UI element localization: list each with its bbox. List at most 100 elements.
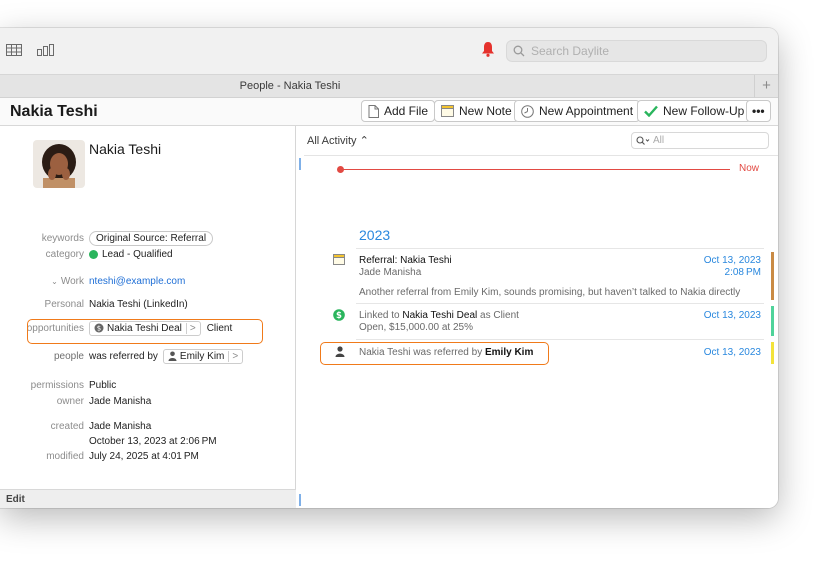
- created-date: October 13, 2023 at 2:06 PM: [89, 435, 217, 447]
- activity-search-input[interactable]: All: [631, 132, 769, 149]
- people-relation: was referred by: [89, 350, 158, 362]
- add-tab-button[interactable]: +: [754, 75, 778, 98]
- activity-date: Oct 13, 2023: [703, 347, 761, 358]
- owner-row: owner Jade Manisha: [0, 393, 296, 409]
- modified-label: modified: [46, 450, 84, 462]
- activity-title-deal[interactable]: Nakia Teshi Deal: [402, 310, 477, 321]
- search-input[interactable]: Search Daylite: [506, 40, 767, 62]
- new-note-label: New Note: [459, 104, 512, 118]
- clock-icon: [521, 104, 534, 118]
- category-row: category Lead - Qualified: [0, 246, 296, 262]
- activity-title: Linked to Nakia Teshi Deal as Client: [359, 310, 519, 321]
- dollar-icon: $: [333, 309, 345, 324]
- modified-row: modified July 24, 2025 at 4:01 PM: [0, 448, 296, 464]
- svg-text:$: $: [336, 311, 342, 321]
- activity-date: Oct 13, 2023: [703, 255, 761, 266]
- created-row: created Jade Manisha: [0, 418, 296, 434]
- activity-filter-select[interactable]: All Activity ⌃: [307, 134, 369, 147]
- referrer-name: Emily Kim: [179, 350, 225, 362]
- chevron-right-icon: >: [228, 350, 238, 362]
- work-label-text: Work: [60, 275, 84, 287]
- chart-view-icon[interactable]: [37, 44, 55, 59]
- created-label: created: [50, 420, 84, 432]
- activity-time: 2:08 PM: [724, 267, 761, 278]
- search-icon: [636, 135, 650, 145]
- permissions-label: permissions: [30, 379, 84, 391]
- grid-view-icon[interactable]: [6, 44, 22, 59]
- personal-label: Personal: [44, 298, 84, 310]
- avatar: [33, 140, 85, 188]
- chevron-down-icon[interactable]: ⌄: [51, 277, 58, 286]
- personal-value[interactable]: Nakia Teshi (LinkedIn): [89, 299, 188, 310]
- person-icon: [168, 351, 177, 361]
- notification-bell-icon[interactable]: [481, 41, 495, 57]
- divider: [356, 248, 764, 249]
- checkmark-icon: [644, 105, 658, 117]
- work-email-row: ⌄ Work nteshi@example.com: [0, 273, 296, 289]
- contact-name: Nakia Teshi: [89, 141, 162, 157]
- keywords-row: keywords Original Source: Referral: [0, 230, 296, 246]
- new-follow-up-button[interactable]: New Follow-Up: [637, 100, 752, 122]
- referrer-chip[interactable]: Emily Kim >: [162, 348, 244, 364]
- activity-color-bar: [771, 342, 774, 364]
- tab-bar: People - Nakia Teshi +: [0, 74, 778, 98]
- people-row: people was referred by Emily Kim >: [0, 348, 296, 364]
- activity-title-pre: Linked to: [359, 310, 403, 321]
- activity-search-placeholder: All: [653, 135, 665, 146]
- divider-marker: [299, 158, 301, 170]
- activity-note: Another referral from Emily Kim, sounds …: [359, 287, 741, 298]
- search-placeholder: Search Daylite: [531, 44, 610, 58]
- work-email-link[interactable]: nteshi@example.com: [89, 276, 185, 287]
- activity-date: Oct 13, 2023: [703, 310, 761, 321]
- personal-row: Personal Nakia Teshi (LinkedIn): [0, 296, 296, 312]
- keywords-label: keywords: [41, 232, 84, 244]
- divider: [356, 339, 764, 340]
- activity-color-bar: [771, 252, 774, 300]
- new-follow-up-label: New Follow-Up: [663, 104, 745, 118]
- more-button[interactable]: •••: [746, 100, 771, 122]
- owner-label: owner: [56, 395, 84, 407]
- year-heading: 2023: [359, 227, 391, 243]
- note-icon: [441, 105, 454, 117]
- keyword-pill[interactable]: Original Source: Referral: [89, 230, 214, 246]
- activity-color-bar: [771, 306, 774, 336]
- divider: [356, 303, 764, 304]
- activity-subtitle: Jade Manisha: [359, 267, 422, 278]
- people-highlight: [27, 319, 263, 344]
- activity-pane: All Activity ⌃ All Now 2023 Referral: Na…: [304, 126, 778, 508]
- category-status-dot: [89, 249, 98, 259]
- new-note-button[interactable]: New Note: [434, 100, 519, 122]
- activity-title-post: as Client: [477, 310, 519, 321]
- permissions-row: permissions Public: [0, 377, 296, 393]
- pane-divider[interactable]: [296, 126, 304, 508]
- add-file-label: Add File: [384, 104, 429, 118]
- category-value[interactable]: Lead - Qualified: [102, 249, 173, 260]
- toolbar: Search Daylite: [0, 28, 778, 74]
- record-header: Nakia Teshi Add File New Note New Appoin…: [0, 98, 778, 126]
- modified-date: July 24, 2025 at 4:01 PM: [89, 450, 199, 462]
- new-appointment-button[interactable]: New Appointment: [514, 100, 641, 122]
- category-label: category: [45, 248, 84, 260]
- referral-highlight: [320, 342, 549, 365]
- created-by: Jade Manisha: [89, 420, 152, 432]
- now-marker-line: [340, 169, 730, 170]
- activity-subtitle: Open, $15,000.00 at 25%: [359, 322, 473, 333]
- now-label: Now: [739, 163, 760, 174]
- activity-filter-bar: All Activity ⌃ All: [304, 126, 778, 156]
- edit-button[interactable]: Edit: [6, 494, 25, 505]
- permissions-value[interactable]: Public: [89, 380, 116, 391]
- app-window: Search Daylite People - Nakia Teshi + Na…: [0, 28, 778, 508]
- page-title: Nakia Teshi: [10, 103, 98, 120]
- note-icon: [333, 254, 345, 268]
- add-file-button[interactable]: Add File: [361, 100, 436, 122]
- new-appointment-label: New Appointment: [539, 104, 634, 118]
- divider-marker: [299, 494, 301, 506]
- activity-title: Referral: Nakia Teshi: [359, 255, 452, 266]
- tab-people-nakia[interactable]: People - Nakia Teshi: [0, 80, 580, 92]
- contact-details-pane: Nakia Teshi keywords Original Source: Re…: [0, 126, 296, 508]
- search-icon: [513, 45, 525, 57]
- file-icon: [368, 104, 379, 118]
- people-label: people: [53, 350, 84, 362]
- owner-value[interactable]: Jade Manisha: [89, 396, 151, 407]
- created-date-row: October 13, 2023 at 2:06 PM: [0, 433, 296, 449]
